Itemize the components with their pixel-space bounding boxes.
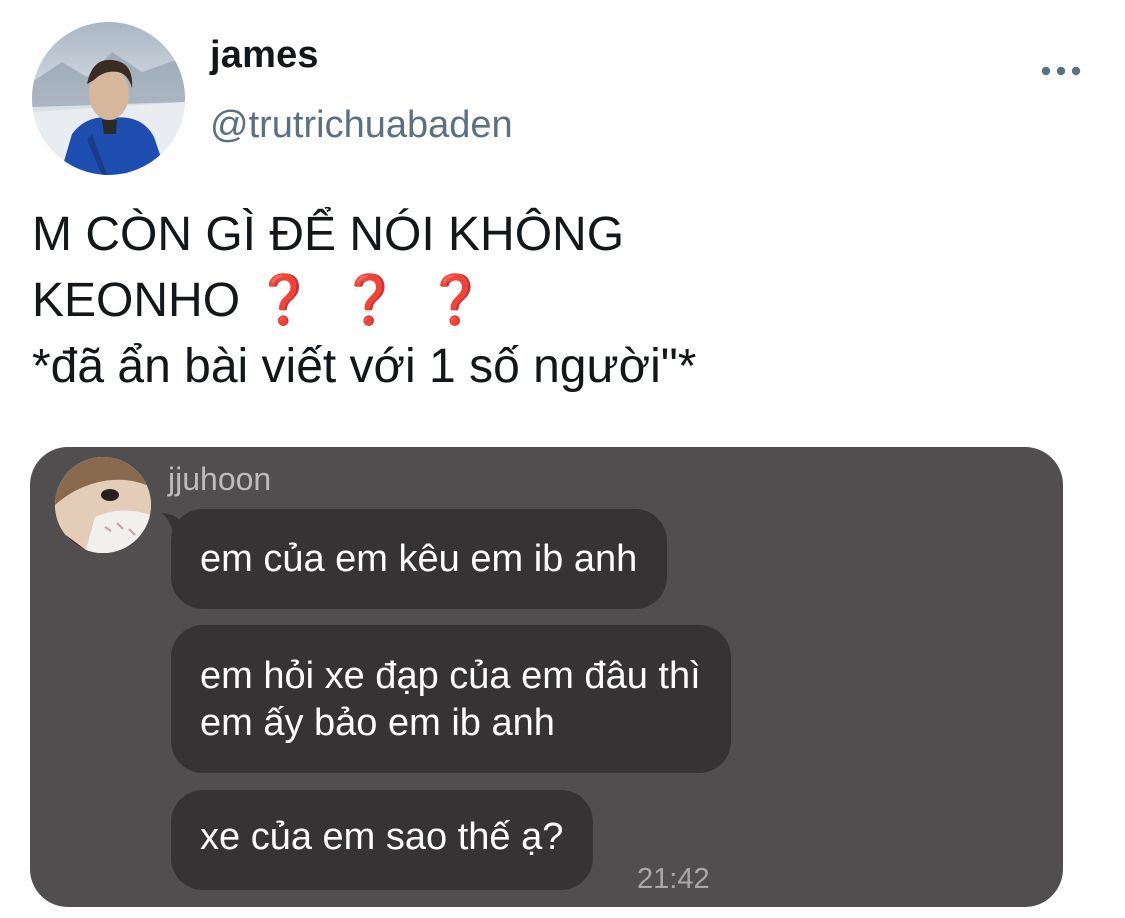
chat-message-bubble: em của em kêu em ib anh [171, 509, 668, 609]
author-avatar[interactable] [32, 22, 185, 175]
tweet-page: james @trutrichuabaden M CÒN GÌ ĐỂ NÓI K… [0, 0, 1125, 918]
question-mark-emoji: ❓❓❓ [254, 274, 512, 327]
avatar-photo-icon [32, 22, 185, 175]
chat-sender-avatar [55, 457, 151, 553]
chat-message-text: em hỏi xe đạp của em đâu thì [200, 655, 701, 697]
chat-sender-name: jjuhoon [168, 461, 272, 497]
more-horizontal-icon [1041, 66, 1081, 76]
chat-message-bubble: xe của em sao thế ạ? [171, 790, 594, 890]
author-display-name[interactable]: james [210, 34, 319, 77]
tweet-text-line-1: M CÒN GÌ ĐỂ NÓI KHÔNG [32, 208, 625, 261]
tweet-text-line-3: *đã ẩn bài viết với 1 số người"* [32, 340, 697, 393]
more-options-button[interactable] [1038, 56, 1084, 86]
chat-message-text: em ấy bảo em ib anh [200, 702, 555, 744]
sender-photo-icon [55, 457, 151, 553]
tweet-text-line-2: KEONHO ❓❓❓ [32, 268, 1092, 334]
tweet-text: M CÒN GÌ ĐỂ NÓI KHÔNG KEONHO ❓❓❓ *đã ẩn b… [32, 202, 1092, 400]
attached-chat-image[interactable]: jjuhoon em của em kêu em ib anh em hỏi x… [30, 447, 1063, 907]
chat-message-bubble: em hỏi xe đạp của em đâu thì em ấy bảo e… [171, 625, 731, 773]
chat-timestamp: 21:42 [637, 863, 710, 895]
author-handle[interactable]: @trutrichuabaden [210, 104, 513, 147]
chat-message-text: em của em kêu em ib anh [200, 538, 638, 580]
chat-message-text: xe của em sao thế ạ? [200, 816, 564, 858]
tweet-text-keonho: KEONHO [32, 274, 241, 327]
